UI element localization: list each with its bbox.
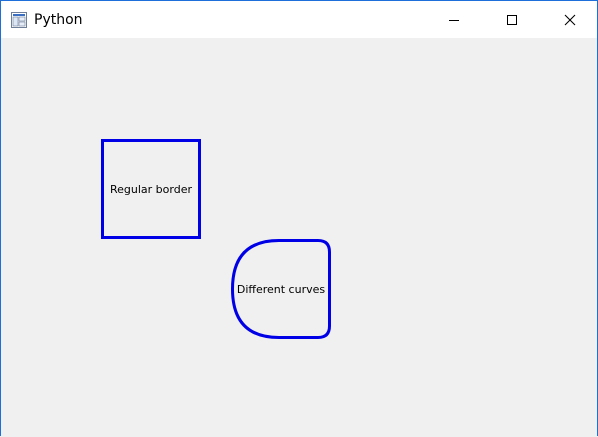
- regular-border-text: Regular border: [109, 182, 192, 196]
- maximize-button[interactable]: [483, 1, 541, 38]
- app-icon[interactable]: [11, 12, 27, 28]
- close-button[interactable]: [541, 1, 598, 38]
- minimize-icon: [449, 19, 459, 21]
- maximize-icon: [507, 14, 517, 25]
- different-curves-label: Different curves: [231, 239, 331, 339]
- different-curves-text: Different curves: [236, 282, 326, 296]
- window-title: Python: [34, 12, 83, 28]
- client-area: Regular border Different curves: [1, 38, 597, 437]
- close-icon: [564, 14, 576, 25]
- title-bar[interactable]: Python: [1, 1, 597, 38]
- regular-border-label: Regular border: [101, 139, 201, 239]
- minimize-button[interactable]: [425, 1, 483, 38]
- app-window: Python Regular border Different curves: [0, 0, 598, 437]
